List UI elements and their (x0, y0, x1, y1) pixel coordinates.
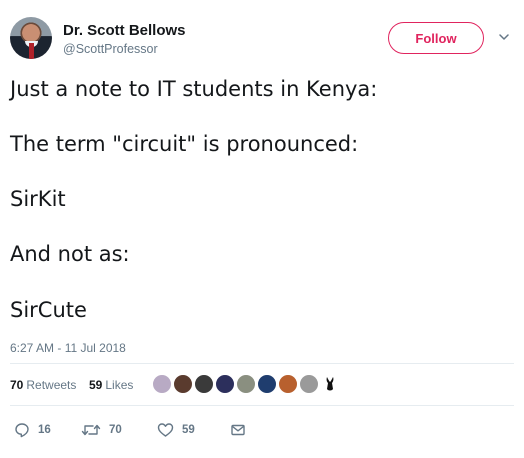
avatar[interactable] (10, 17, 52, 59)
reply-button[interactable]: 16 (14, 419, 51, 441)
retweet-button[interactable]: 70 (81, 419, 122, 441)
retweets-stat-count: 70 (10, 378, 24, 392)
retweet-count: 70 (109, 424, 122, 436)
liker-avatar[interactable] (278, 374, 298, 394)
playboy-bunny-icon[interactable] (320, 374, 340, 394)
timestamp[interactable]: 6:27 AM - 11 Jul 2018 (10, 341, 126, 355)
retweets-stat-label: Retweets (26, 378, 77, 392)
divider (10, 363, 514, 364)
divider (10, 405, 514, 406)
like-count: 59 (182, 424, 195, 436)
retweets-stat[interactable]: 70 Retweets (10, 378, 76, 392)
tweet-actions: 16 70 59 (10, 419, 310, 443)
liker-avatar[interactable] (215, 374, 235, 394)
direct-message-button[interactable] (230, 419, 246, 441)
avatar-tie (29, 43, 34, 59)
like-button[interactable]: 59 (157, 419, 195, 441)
like-icon (157, 423, 174, 437)
reply-count: 16 (38, 424, 51, 436)
message-icon (231, 424, 245, 436)
tweet-line: And not as: (10, 242, 130, 266)
author-name[interactable]: Dr. Scott Bellows (63, 22, 186, 39)
liker-avatar[interactable] (299, 374, 319, 394)
likes-stat-count: 59 (89, 378, 103, 392)
liker-avatar[interactable] (194, 374, 214, 394)
reply-icon (15, 423, 29, 438)
liker-avatar[interactable] (236, 374, 256, 394)
tweet-stats: 70 Retweets 59 Likes (10, 374, 514, 396)
tweet-line: SirKit (10, 187, 66, 211)
tweet-header: Dr. Scott Bellows @ScottProfessor Follow (10, 17, 520, 65)
tweet-line: SirCute (10, 298, 87, 322)
tweet-line: The term "circuit" is pronounced: (10, 132, 359, 156)
retweet-icon (81, 424, 101, 436)
author-handle[interactable]: @ScottProfessor (63, 42, 158, 56)
follow-button[interactable]: Follow (388, 22, 484, 54)
tweet-line: Just a note to IT students in Kenya: (10, 77, 378, 101)
liker-avatar[interactable] (152, 374, 172, 394)
caret-down-icon[interactable] (496, 29, 512, 45)
liker-avatar[interactable] (257, 374, 277, 394)
likes-stat[interactable]: 59 Likes (89, 378, 133, 392)
liker-avatar[interactable] (173, 374, 193, 394)
likes-stat-label: Likes (105, 378, 134, 392)
